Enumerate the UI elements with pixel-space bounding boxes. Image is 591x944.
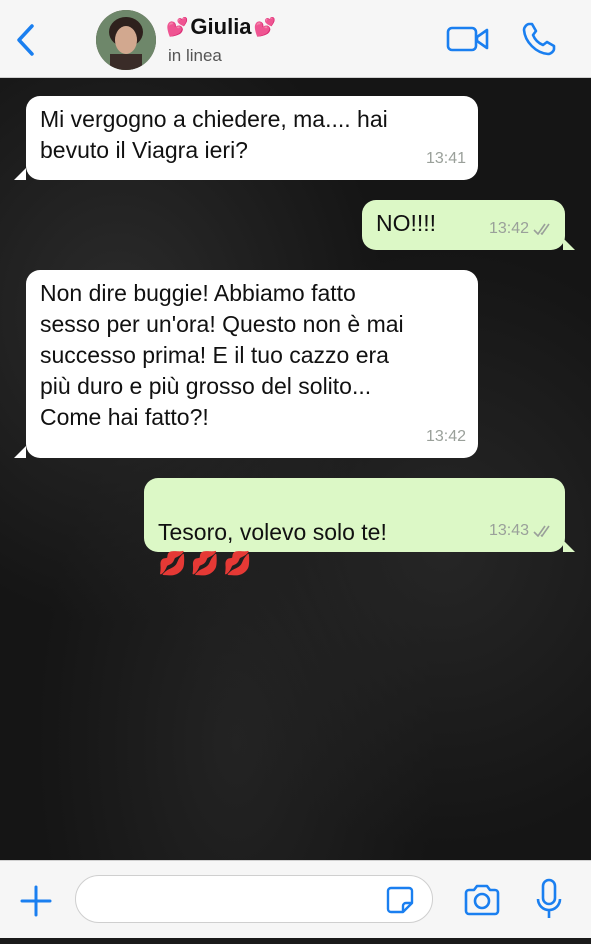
message-time: 13:42 <box>488 220 529 237</box>
message-meta: 13:42 <box>426 421 466 452</box>
chevron-left-icon <box>17 24 34 56</box>
bubble-tail <box>14 168 26 180</box>
microphone-icon <box>536 878 562 918</box>
message-meta: 13:43 <box>489 515 553 546</box>
camera-icon <box>464 884 500 916</box>
avatar-image <box>96 10 156 70</box>
bubble-tail <box>14 446 26 458</box>
message-time: 13:41 <box>425 150 466 167</box>
message-text: Mi vergogno a chiedere, ma.... hai bevut… <box>40 106 388 163</box>
camera-button[interactable] <box>462 881 502 919</box>
avatar[interactable] <box>96 10 156 70</box>
message-meta: 13:42 <box>489 213 553 244</box>
message-time: 13:43 <box>488 522 529 539</box>
contact-name[interactable]: 💕 Giulia 💕 <box>166 13 276 41</box>
double-check-icon <box>533 223 550 235</box>
message-input[interactable] <box>75 875 433 923</box>
back-button[interactable] <box>8 20 42 60</box>
contact-name-text: Giulia <box>190 14 252 39</box>
sticker-icon <box>386 886 414 914</box>
double-check-icon <box>533 525 550 537</box>
kiss-emoji: 💋💋💋 <box>158 550 256 576</box>
message-meta: 13:41 <box>426 143 466 174</box>
video-call-button[interactable] <box>446 22 490 56</box>
message-incoming[interactable]: Non dire buggie! Abbiamo fatto sesso per… <box>26 270 478 458</box>
chat-header: 💕 Giulia 💕 in linea <box>0 0 591 78</box>
phone-icon <box>522 22 556 56</box>
message-outgoing[interactable]: NO!!!! 13:42 <box>362 200 565 250</box>
attach-button[interactable] <box>16 881 56 921</box>
chat-background[interactable] <box>0 78 591 860</box>
bubble-tail <box>563 540 575 552</box>
plus-icon <box>20 885 52 917</box>
sticker-button[interactable] <box>385 885 415 915</box>
hearts-emoji-icon: 💕 <box>166 16 189 37</box>
message-text-body: Tesoro, volevo solo te! <box>158 519 387 545</box>
video-camera-icon <box>446 26 489 52</box>
contact-status: in linea <box>168 46 222 65</box>
hearts-emoji-icon: 💕 <box>253 16 276 37</box>
microphone-button[interactable] <box>534 877 564 923</box>
message-incoming[interactable]: Mi vergogno a chiedere, ma.... hai bevut… <box>26 96 478 180</box>
voice-call-button[interactable] <box>520 20 560 58</box>
bottom-edge <box>0 938 591 944</box>
message-outgoing[interactable]: Tesoro, volevo solo te! 💋💋💋 13:43 <box>144 478 565 576</box>
bubble-tail <box>563 238 575 250</box>
composer-bar <box>0 860 591 944</box>
message-time: 13:42 <box>425 428 466 445</box>
message-text: Non dire buggie! Abbiamo fatto sesso per… <box>40 280 404 430</box>
